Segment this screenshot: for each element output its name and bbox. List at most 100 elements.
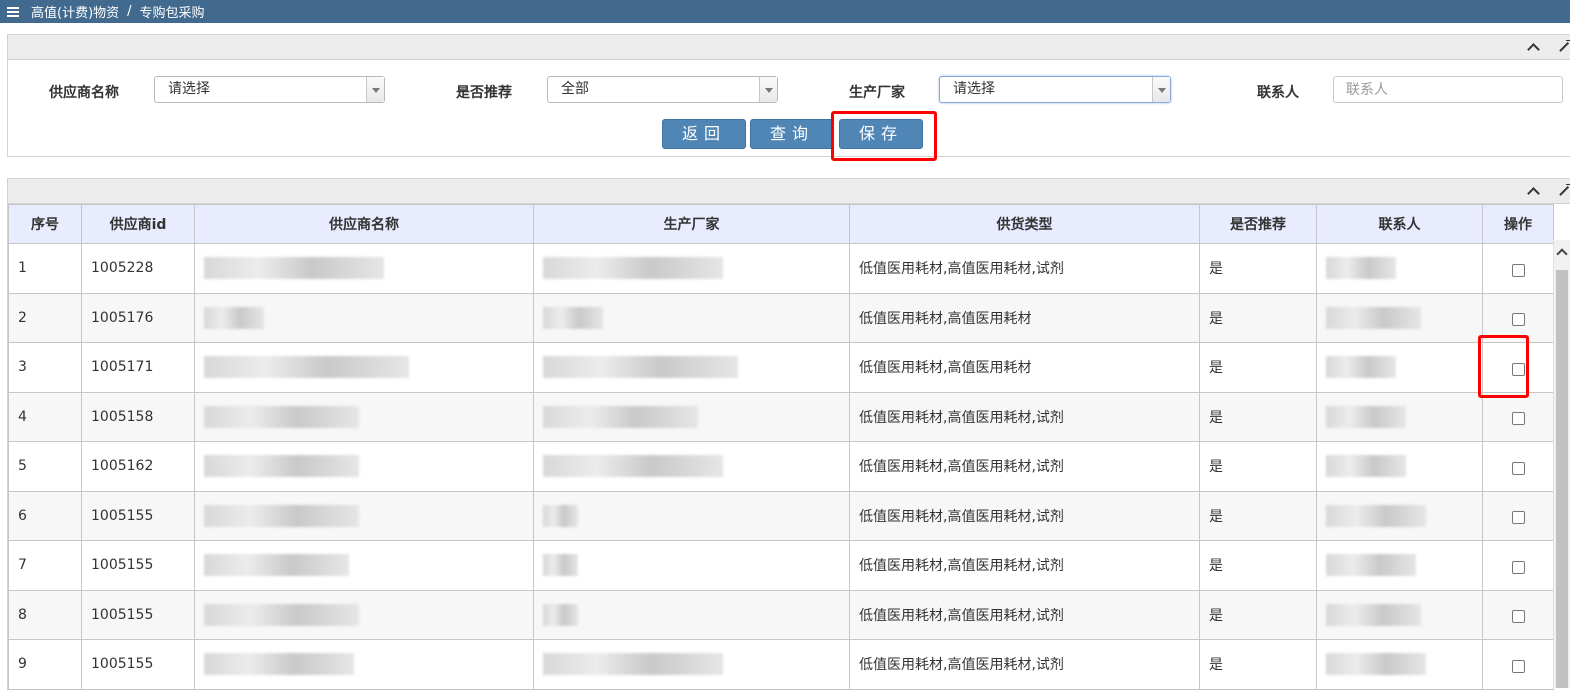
recommended-cell: 是	[1199, 391, 1317, 442]
column-header[interactable]: 生产厂家	[533, 204, 850, 244]
search-form-row: 供应商名称 请选择 是否推荐 全部 生产厂家 请选择 联系人	[8, 75, 1570, 105]
manufacturer-cell	[533, 243, 850, 294]
row-checkbox[interactable]	[1511, 313, 1525, 327]
contact-cell	[1316, 292, 1483, 343]
table-row[interactable]: 3 1005171 低值医用耗材,高值医用耗材是	[8, 342, 1554, 393]
supplier-id: 1005176	[81, 292, 195, 343]
contact-cell	[1316, 441, 1483, 492]
supplier-name-select-value: 请选择	[168, 81, 210, 97]
chevron-down-icon[interactable]	[1152, 77, 1170, 102]
scroll-up-icon[interactable]	[1556, 248, 1568, 260]
row-checkbox[interactable]	[1511, 511, 1525, 525]
table-row[interactable]: 4 1005158 低值医用耗材,高值医用耗材,试剂是	[8, 391, 1554, 442]
row-number: 1	[8, 243, 82, 294]
row-number: 4	[8, 391, 82, 442]
operation-cell	[1482, 589, 1554, 640]
expand-icon[interactable]	[1556, 39, 1570, 55]
operation-cell	[1482, 441, 1554, 492]
row-checkbox[interactable]	[1511, 610, 1525, 624]
column-header[interactable]: 供应商id	[81, 204, 195, 244]
recommended-cell: 是	[1199, 589, 1317, 640]
redacted-supplier-name	[204, 356, 409, 379]
save-button[interactable]: 保存	[839, 119, 923, 149]
recommended-select[interactable]: 全部	[547, 76, 778, 103]
supplier-name-cell	[194, 540, 534, 591]
redacted-supplier-name	[204, 603, 359, 626]
supplier-id: 1005155	[81, 589, 195, 640]
row-checkbox[interactable]	[1511, 362, 1525, 376]
manufacturer-cell	[533, 589, 850, 640]
redacted-supplier-name	[204, 653, 354, 676]
redacted-contact	[1326, 455, 1406, 478]
supply-type: 低值医用耗材,高值医用耗材	[849, 292, 1200, 343]
supplier-name-select[interactable]: 请选择	[154, 76, 385, 103]
query-button[interactable]: 查询	[750, 119, 834, 149]
column-header[interactable]: 供货类型	[849, 204, 1200, 244]
expand-icon[interactable]	[1556, 183, 1570, 199]
table-row[interactable]: 8 1005155 低值医用耗材,高值医用耗材,试剂是	[8, 589, 1554, 640]
column-header[interactable]: 是否推荐	[1199, 204, 1317, 244]
supplier-id: 1005158	[81, 391, 195, 442]
manufacturer-cell	[533, 292, 850, 343]
vertical-scrollbar[interactable]	[1553, 240, 1570, 688]
supply-type: 低值医用耗材,高值医用耗材,试剂	[849, 243, 1200, 294]
table-row[interactable]: 9 1005155 低值医用耗材,高值医用耗材,试剂是	[8, 639, 1554, 690]
operation-cell	[1482, 391, 1554, 442]
chevron-down-icon[interactable]	[759, 77, 777, 102]
supplier-name-cell	[194, 490, 534, 541]
collapse-icon[interactable]	[1525, 183, 1541, 199]
redacted-manufacturer	[543, 554, 578, 577]
contact-cell	[1316, 391, 1483, 442]
supplier-id: 1005171	[81, 342, 195, 393]
manufacturer-cell	[533, 342, 850, 393]
manufacturer-cell	[533, 639, 850, 690]
supplier-name-cell	[194, 243, 534, 294]
redacted-manufacturer	[543, 603, 578, 626]
table-row[interactable]: 7 1005155 低值医用耗材,高值医用耗材,试剂是	[8, 540, 1554, 591]
breadcrumb-parent[interactable]: 高值(计费)物资	[31, 2, 119, 21]
column-header[interactable]: 序号	[8, 204, 82, 244]
back-button[interactable]: 返回	[662, 119, 746, 149]
recommended-cell: 是	[1199, 441, 1317, 492]
column-header[interactable]: 操作	[1482, 204, 1554, 244]
manufacturer-label: 生产厂家	[849, 85, 905, 101]
row-checkbox[interactable]	[1511, 412, 1525, 426]
redacted-contact	[1326, 653, 1426, 676]
contact-cell	[1316, 540, 1483, 591]
row-checkbox[interactable]	[1511, 263, 1525, 277]
redacted-manufacturer	[543, 504, 578, 527]
row-checkbox[interactable]	[1511, 560, 1525, 574]
column-header[interactable]: 供应商名称	[194, 204, 534, 244]
contact-cell	[1316, 639, 1483, 690]
table-row[interactable]: 2 1005176 低值医用耗材,高值医用耗材是	[8, 292, 1554, 343]
search-panel-header	[8, 35, 1570, 60]
row-checkbox[interactable]	[1511, 659, 1525, 673]
supplier-id: 1005155	[81, 490, 195, 541]
supply-type: 低值医用耗材,高值医用耗材	[849, 342, 1200, 393]
redacted-supplier-name	[204, 306, 264, 329]
chevron-down-icon[interactable]	[366, 77, 384, 102]
redacted-contact	[1326, 504, 1426, 527]
table-row[interactable]: 6 1005155 低值医用耗材,高值医用耗材,试剂是	[8, 490, 1554, 541]
supplier-table: 序号 供应商id 供应商名称 生产厂家 供货类型 是否推荐 联系人 操作 1 10…	[8, 204, 1554, 690]
table-row[interactable]: 1 1005228 低值医用耗材,高值医用耗材,试剂是	[8, 243, 1554, 294]
menu-icon[interactable]	[7, 6, 19, 17]
manufacturer-select[interactable]: 请选择	[939, 76, 1171, 103]
column-header[interactable]: 联系人	[1316, 204, 1483, 244]
redacted-manufacturer	[543, 653, 723, 676]
redacted-manufacturer	[543, 257, 723, 280]
redacted-contact	[1326, 257, 1396, 280]
redacted-contact	[1326, 405, 1406, 428]
row-number: 8	[8, 589, 82, 640]
operation-cell	[1482, 292, 1554, 343]
contact-input[interactable]	[1333, 76, 1563, 103]
table-row[interactable]: 5 1005162 低值医用耗材,高值医用耗材,试剂是	[8, 441, 1554, 492]
supplier-id: 1005228	[81, 243, 195, 294]
recommended-cell: 是	[1199, 342, 1317, 393]
contact-cell	[1316, 243, 1483, 294]
row-number: 3	[8, 342, 82, 393]
scroll-thumb[interactable]	[1556, 270, 1568, 688]
row-checkbox[interactable]	[1511, 461, 1525, 475]
supplier-id: 1005155	[81, 540, 195, 591]
collapse-icon[interactable]	[1525, 39, 1541, 55]
